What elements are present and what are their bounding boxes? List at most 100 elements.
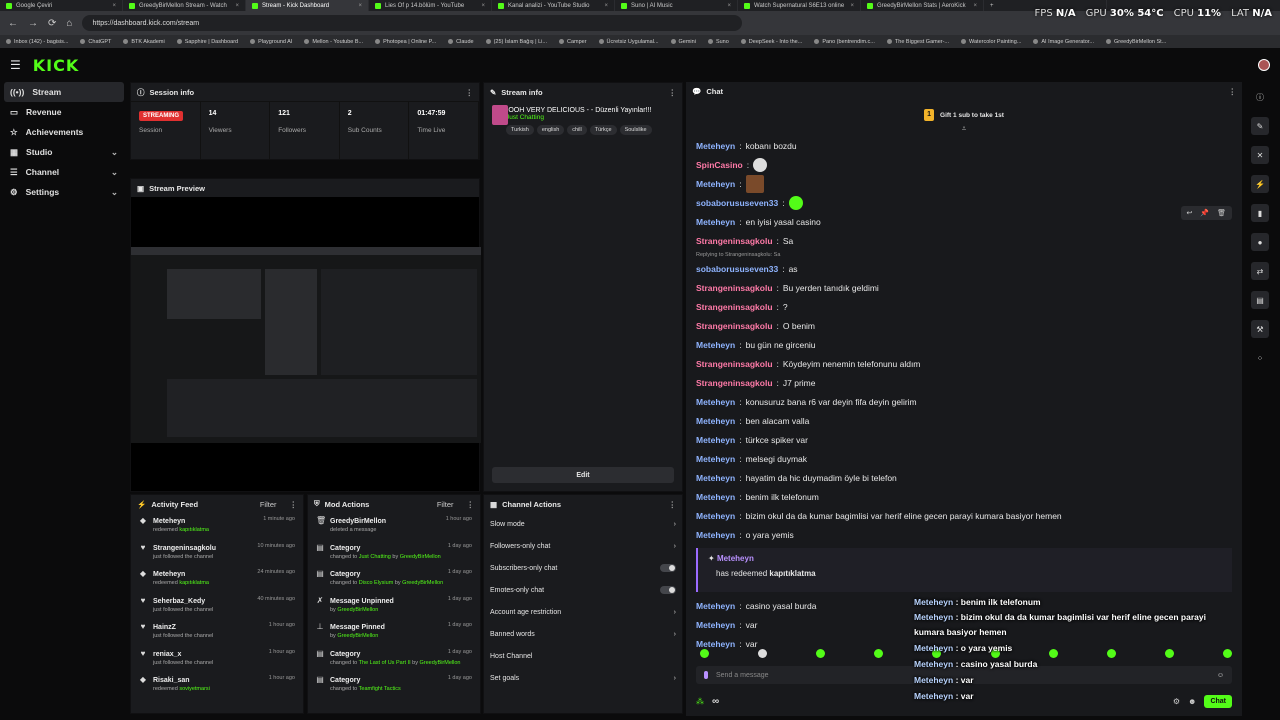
channel-action-item[interactable]: Account age restriction › xyxy=(484,601,682,623)
close-icon[interactable]: × xyxy=(235,3,239,9)
chat-username[interactable]: Meteheyn xyxy=(696,416,735,426)
browser-tab[interactable]: Stream - Kick Dashboard × xyxy=(246,0,369,11)
activity-username[interactable]: HainzZ xyxy=(153,624,176,631)
pin-icon[interactable]: 📌 xyxy=(1200,209,1209,217)
toggle-switch[interactable] xyxy=(660,586,676,594)
stream-tag[interactable]: Turkish xyxy=(506,125,534,135)
stream-tag[interactable]: Türkçe xyxy=(589,125,617,135)
bookmark-item[interactable]: Photopea | Online P... xyxy=(375,39,436,45)
emoji-icon[interactable]: ☺ xyxy=(1217,672,1224,679)
bookmark-item[interactable]: BTK Akademi xyxy=(123,39,164,45)
wrench-icon[interactable]: ⚒ xyxy=(1251,320,1269,338)
edit-icon[interactable]: ✎ xyxy=(1251,117,1269,135)
close-icon[interactable]: × xyxy=(481,3,485,9)
bookmark-item[interactable]: Inbox (142) - bagisis... xyxy=(6,39,68,45)
filter-button[interactable]: Filter xyxy=(260,500,277,509)
more-icon[interactable]: ⋮ xyxy=(466,88,474,97)
channel-action-item[interactable]: Set goals › xyxy=(484,667,682,689)
activity-username[interactable]: Risaki_san xyxy=(153,677,190,684)
emote-icon[interactable] xyxy=(874,649,884,658)
chat-username[interactable]: Strangeninsagkolu xyxy=(696,321,773,331)
close-icon[interactable]: × xyxy=(358,3,362,9)
close-icon[interactable]: × xyxy=(973,3,977,9)
calendar-icon[interactable]: ▤ xyxy=(1251,291,1269,309)
clear-chat-icon[interactable]: ▮ xyxy=(1251,204,1269,222)
category-name[interactable]: Just Chatting xyxy=(506,114,682,121)
stream-tag[interactable]: english xyxy=(536,125,565,135)
bookmark-item[interactable]: Pano (bentrendim.c... xyxy=(814,39,875,45)
home-icon[interactable]: ⌂ xyxy=(66,18,72,29)
bookmark-item[interactable]: Camper xyxy=(559,39,587,45)
chat-username[interactable]: Strangeninsagkolu xyxy=(696,302,773,312)
browser-tab[interactable]: Kanal analizi - YouTube Studio × xyxy=(492,0,615,11)
close-icon[interactable]: × xyxy=(604,3,608,9)
bookmark-item[interactable]: (25) İslam Bağış | Li... xyxy=(486,39,547,45)
filter-button[interactable]: Filter xyxy=(437,500,454,509)
emote-icon[interactable] xyxy=(816,649,826,658)
emote-icon[interactable] xyxy=(758,649,768,658)
chat-username[interactable]: Meteheyn xyxy=(696,620,735,630)
browser-tab[interactable]: Watch Supernatural S6E13 online × xyxy=(738,0,861,11)
channel-action-item[interactable]: Emotes-only chat xyxy=(484,579,682,601)
sidebar-item-stream[interactable]: ((•)) Stream xyxy=(4,82,124,102)
bookmark-item[interactable]: Ücretsiz Uygulamal... xyxy=(599,39,659,45)
forward-icon[interactable]: → xyxy=(28,18,38,29)
chat-username[interactable]: sobaborususeven33 xyxy=(696,264,778,274)
menu-icon[interactable]: ☰ xyxy=(10,58,21,72)
sidebar-item-settings[interactable]: ⚙ Settings ⌄ xyxy=(0,182,128,202)
close-icon[interactable]: × xyxy=(727,3,731,9)
activity-username[interactable]: reniax_x xyxy=(153,651,181,658)
bolt-icon[interactable]: ⚡ xyxy=(1251,175,1269,193)
more-icon[interactable]: ⋮ xyxy=(1229,87,1237,96)
sidebar-item-achievements[interactable]: ☆ Achievements xyxy=(0,122,128,142)
chat-username[interactable]: Strangeninsagkolu xyxy=(696,236,773,246)
bookmark-item[interactable]: ChatGPT xyxy=(80,39,111,45)
more-icon[interactable]: ⋮ xyxy=(290,500,298,509)
activity-username[interactable]: Seherbaz_Kedy xyxy=(153,598,205,605)
emote-icon[interactable] xyxy=(700,649,709,658)
bookmark-item[interactable]: DeepSeek - Into the... xyxy=(741,39,803,45)
channel-action-item[interactable]: Followers-only chat › xyxy=(484,535,682,557)
chat-username[interactable]: Meteheyn xyxy=(696,473,735,483)
chat-username[interactable]: Meteheyn xyxy=(696,435,735,445)
bookmark-item[interactable]: Playground AI xyxy=(250,39,292,45)
chat-username[interactable]: Meteheyn xyxy=(717,554,754,563)
reply-icon[interactable]: ↩ xyxy=(1187,209,1193,217)
bookmark-item[interactable]: AI Image Generator... xyxy=(1033,39,1094,45)
browser-tab[interactable]: Google Çeviri × xyxy=(0,0,123,11)
collapse-icon[interactable]: ⩡ xyxy=(686,124,1242,134)
edit-button[interactable]: Edit xyxy=(492,467,674,483)
browser-tab[interactable]: Suno | AI Music × xyxy=(615,0,738,11)
chat-username[interactable]: Meteheyn xyxy=(696,454,735,464)
chat-username[interactable]: Meteheyn xyxy=(696,511,735,521)
activity-username[interactable]: Meteheyn xyxy=(153,571,185,578)
bookmark-item[interactable]: Mellon - Youtube B... xyxy=(304,39,363,45)
chat-username[interactable]: Meteheyn xyxy=(696,639,735,649)
kick-logo[interactable]: KICK xyxy=(33,56,80,75)
chat-username[interactable]: Meteheyn xyxy=(696,340,735,350)
more-icon[interactable]: ⋮ xyxy=(669,500,677,509)
bookmark-item[interactable]: Gemini xyxy=(671,39,696,45)
chat-username[interactable]: Meteheyn xyxy=(696,217,735,227)
chat-username[interactable]: Strangeninsagkolu xyxy=(696,378,773,388)
chat-username[interactable]: SpinCasino xyxy=(696,160,743,170)
chat-username[interactable]: Strangeninsagkolu xyxy=(696,359,773,369)
stream-tag[interactable]: Soulslike xyxy=(619,125,652,135)
points-icon[interactable]: ⁂ xyxy=(696,697,704,706)
delete-icon[interactable]: 🗑 xyxy=(1217,209,1226,217)
bookmark-item[interactable]: Watercolor Painting... xyxy=(961,39,1021,45)
reload-icon[interactable]: ⟳ xyxy=(48,18,56,29)
back-icon[interactable]: ← xyxy=(8,18,18,29)
channel-action-item[interactable]: Slow mode › xyxy=(484,513,682,535)
preview-video[interactable] xyxy=(131,197,481,491)
sidebar-item-revenue[interactable]: ▭ Revenue xyxy=(0,102,128,122)
bookmark-item[interactable]: Claude xyxy=(448,39,473,45)
channel-action-item[interactable]: Banned words › xyxy=(484,623,682,645)
browser-tab[interactable]: GreedyBirMellon Stream - Watch × xyxy=(123,0,246,11)
chat-username[interactable]: Meteheyn xyxy=(696,179,735,189)
bookmark-item[interactable]: The Biggest Gamer-... xyxy=(887,39,949,45)
url-input[interactable]: https://dashboard.kick.com/stream xyxy=(82,15,743,31)
info-icon[interactable]: ⓘ xyxy=(1251,88,1269,106)
stream-tag[interactable]: chill xyxy=(567,125,587,135)
user-avatar[interactable] xyxy=(1258,59,1270,71)
